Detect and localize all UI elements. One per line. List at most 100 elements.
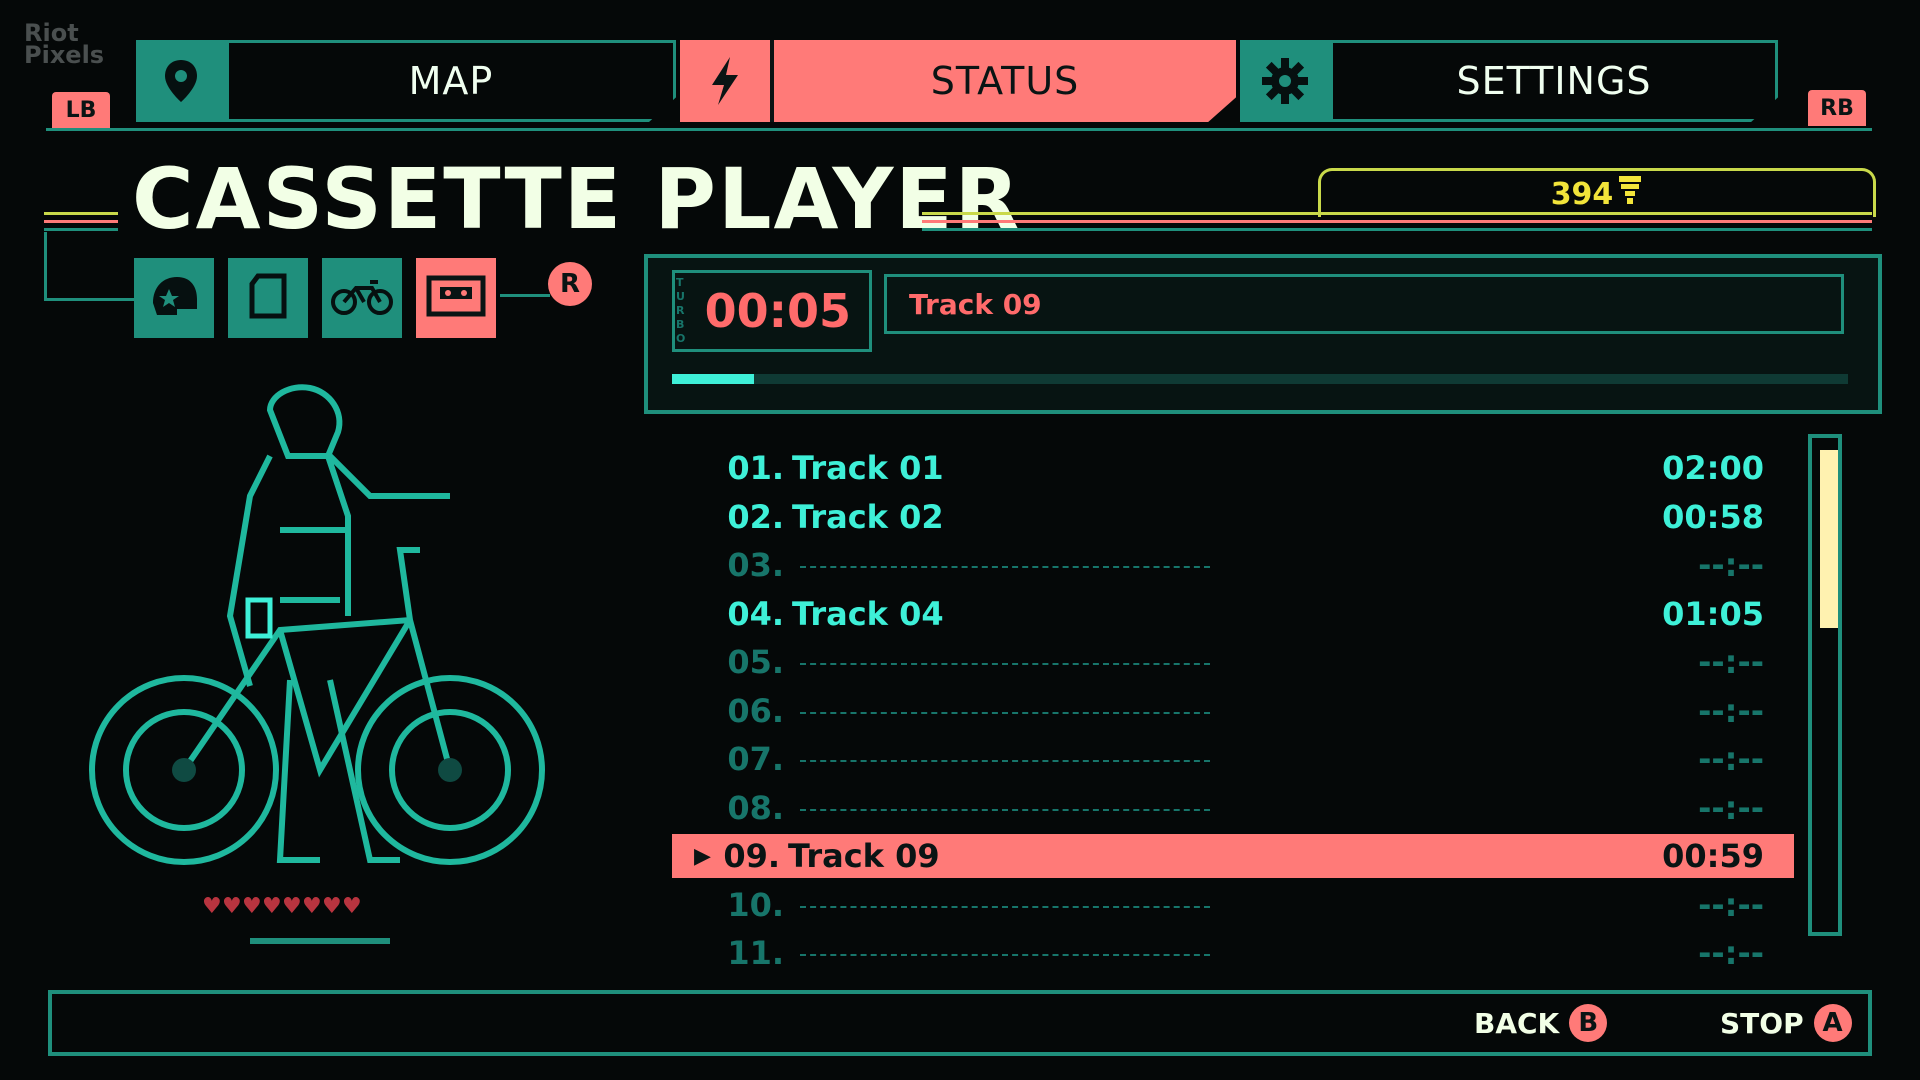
locked-track-dashes xyxy=(800,760,1210,762)
heart-icon: ♥ xyxy=(242,894,262,919)
track-number: 05. xyxy=(727,643,784,681)
track-row[interactable]: 07. --:-- xyxy=(676,737,1794,781)
hearts-container: ♥♥♥♥♥♥♥♥ xyxy=(202,894,362,919)
track-duration: --:-- xyxy=(1698,691,1764,730)
track-number: 08. xyxy=(727,788,784,827)
currency-display: 394 xyxy=(1318,168,1876,217)
title-line-left xyxy=(44,212,118,215)
heart-icon: ♥ xyxy=(282,894,302,919)
tab-status[interactable]: STATUS xyxy=(680,40,1236,122)
map-pin-icon xyxy=(136,40,226,122)
locked-track-dashes xyxy=(800,566,1210,568)
track-name: Track 09 xyxy=(788,837,940,875)
health-hearts: ♥♥♥♥♥♥♥♥ xyxy=(202,894,362,919)
stop-label: STOP xyxy=(1720,1006,1804,1040)
track-name xyxy=(792,756,1644,762)
track-row[interactable]: ▶ 09. Track 09 00:59 xyxy=(672,834,1794,878)
track-duration: --:-- xyxy=(1698,643,1764,681)
item-cassette[interactable] xyxy=(416,258,496,338)
tab-status-label: STATUS xyxy=(930,59,1080,103)
track-duration: --:-- xyxy=(1698,885,1764,924)
title-line-left-3 xyxy=(44,228,118,231)
tab-settings[interactable]: SETTINGS xyxy=(1240,40,1778,122)
rb-button[interactable]: RB xyxy=(1808,90,1866,126)
page-title: CASSETTE PLAYER xyxy=(132,150,1022,248)
track-row[interactable]: 03. --:-- xyxy=(676,543,1794,587)
locked-track-dashes xyxy=(800,663,1210,665)
play-timer: 00:05 xyxy=(672,270,872,352)
track-name xyxy=(792,950,1644,956)
tab-settings-label: SETTINGS xyxy=(1330,40,1778,122)
tab-map[interactable]: MAP xyxy=(136,40,676,122)
helmet-icon xyxy=(147,273,201,323)
track-row[interactable]: 11. --:-- xyxy=(676,931,1794,975)
a-button[interactable]: A xyxy=(1813,1004,1852,1042)
track-duration: 01:05 xyxy=(1662,594,1764,633)
track-duration: 00:58 xyxy=(1662,497,1764,536)
character-illustration xyxy=(80,380,560,900)
coin-icon xyxy=(1617,174,1643,214)
gear-icon xyxy=(1240,40,1330,122)
track-number: 03. xyxy=(727,546,784,584)
track-name: Track 01 xyxy=(792,449,944,487)
track-number: 02. xyxy=(727,497,784,536)
track-number: 01. xyxy=(727,449,784,487)
track-name xyxy=(792,659,1644,665)
item-line xyxy=(500,294,550,297)
locked-track-dashes xyxy=(800,905,1210,908)
heart-icon: ♥ xyxy=(222,894,242,919)
heart-icon: ♥ xyxy=(322,894,342,919)
item-notebook[interactable] xyxy=(228,258,308,338)
item-bracket xyxy=(44,232,137,301)
track-number: 10. xyxy=(727,885,784,924)
track-row[interactable]: 02. Track 02 00:58 xyxy=(676,495,1794,539)
track-number: 07. xyxy=(727,740,784,778)
tab-map-label: MAP xyxy=(226,40,676,122)
now-playing-track: Track 09 xyxy=(884,274,1844,334)
health-bar xyxy=(250,938,390,944)
track-name xyxy=(792,562,1644,568)
heart-icon: ♥ xyxy=(202,894,222,919)
track-row[interactable]: 08. --:-- xyxy=(676,786,1794,830)
heart-icon: ♥ xyxy=(342,894,362,919)
title-line-right-3 xyxy=(922,228,1872,231)
scrollbar-thumb[interactable] xyxy=(1820,450,1838,628)
currency-amount: 394 xyxy=(1550,176,1614,212)
watermark: Riot Pixels xyxy=(24,19,105,69)
track-name xyxy=(792,902,1644,908)
track-row[interactable]: 06. --:-- xyxy=(676,689,1794,733)
track-number: 09. xyxy=(723,837,780,875)
heart-icon: ♥ xyxy=(262,894,282,919)
track-name xyxy=(792,708,1644,714)
progress-bar xyxy=(672,374,1848,384)
locked-track-dashes xyxy=(800,711,1210,714)
track-row[interactable]: 05. --:-- xyxy=(676,640,1794,684)
track-row[interactable]: 01. Track 01 02:00 xyxy=(676,446,1794,490)
notebook-icon xyxy=(248,272,288,324)
cassette-icon xyxy=(426,275,486,321)
bike-icon xyxy=(330,276,394,320)
title-line-right-2 xyxy=(922,220,1872,223)
track-duration: --:-- xyxy=(1698,740,1764,778)
track-name: Track 04 xyxy=(792,594,944,633)
progress-fill xyxy=(672,374,755,384)
track-row[interactable]: 10. --:-- xyxy=(676,883,1794,927)
track-name xyxy=(792,805,1644,811)
track-name: Track 02 xyxy=(792,497,944,536)
lightning-icon xyxy=(680,40,774,122)
lb-button[interactable]: LB xyxy=(52,92,110,128)
back-hint[interactable]: BACK B xyxy=(1474,1004,1608,1042)
item-helmet[interactable] xyxy=(134,258,214,338)
track-duration: 02:00 xyxy=(1662,449,1764,487)
track-row[interactable]: 04. Track 04 01:05 xyxy=(676,592,1794,636)
nav-underline xyxy=(46,128,1872,131)
stop-hint[interactable]: STOP A xyxy=(1720,1004,1852,1042)
track-duration: --:-- xyxy=(1698,546,1764,584)
item-bike[interactable] xyxy=(322,258,402,338)
track-duration: --:-- xyxy=(1698,934,1764,972)
r-button[interactable]: R xyxy=(548,262,592,306)
b-button[interactable]: B xyxy=(1569,1004,1608,1042)
track-number: 11. xyxy=(727,934,784,972)
locked-track-dashes xyxy=(800,808,1210,811)
track-duration: 00:59 xyxy=(1662,837,1764,875)
